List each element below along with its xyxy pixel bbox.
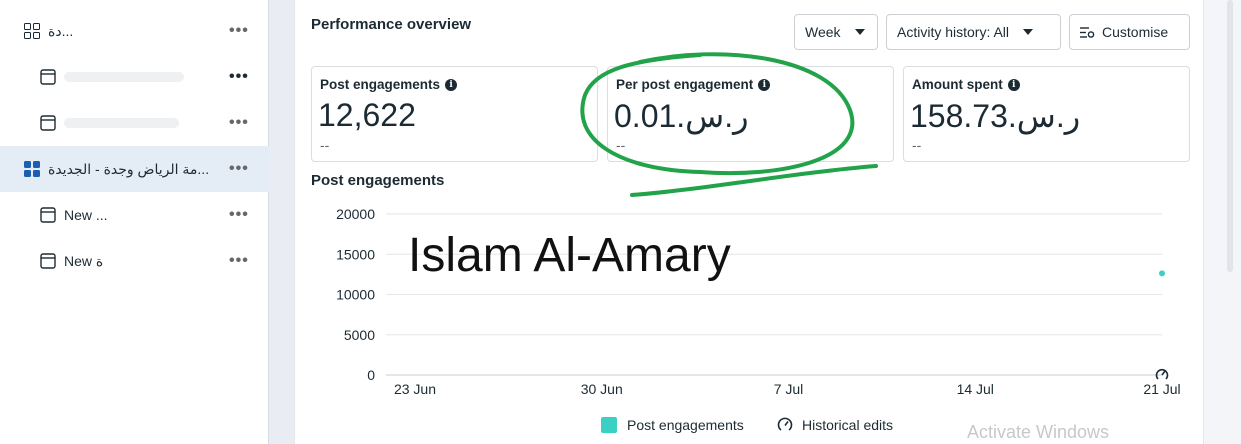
- x-tick-label: 21 Jul: [1143, 381, 1180, 397]
- legend-label: Historical edits: [802, 417, 894, 433]
- y-tick-label: 10000: [336, 287, 375, 303]
- x-tick-label: 23 Jun: [394, 381, 436, 397]
- y-tick-label: 5000: [344, 327, 375, 343]
- overlay-name-text: Islam Al-Amary: [408, 229, 731, 282]
- data-point[interactable]: [1159, 270, 1165, 277]
- y-tick-label: 20000: [336, 206, 375, 222]
- legend-swatch: [601, 417, 617, 433]
- legend-post-engagements[interactable]: Post engagements: [601, 417, 744, 433]
- legend-label: Post engagements: [627, 417, 744, 433]
- post-engagements-chart: 20000 15000 10000 5000 0 23 Jun 30 Jun 7 Jul 14 …: [336, 206, 1181, 397]
- x-tick-label: 14 Jul: [957, 381, 994, 397]
- y-tick-label: 15000: [336, 246, 375, 262]
- historical-edits-icon: [777, 417, 793, 433]
- x-tick-label: 30 Jun: [581, 381, 623, 397]
- historical-edit-marker-icon[interactable]: [1155, 368, 1169, 380]
- legend-historical-edits[interactable]: Historical edits: [777, 417, 893, 433]
- y-tick-label: 0: [367, 367, 375, 383]
- activate-windows-watermark: Activate Windows: [967, 422, 1110, 442]
- x-tick-label: 7 Jul: [774, 381, 804, 397]
